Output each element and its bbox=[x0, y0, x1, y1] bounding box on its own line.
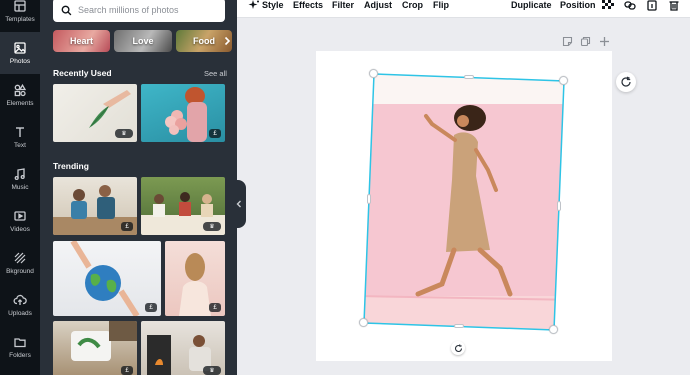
resize-handle-bottom[interactable] bbox=[454, 324, 464, 328]
resize-handle-top-left[interactable] bbox=[369, 69, 378, 78]
resize-handle-right[interactable] bbox=[557, 201, 561, 211]
selected-photo[interactable] bbox=[0, 0, 690, 375]
rotate-handle[interactable] bbox=[451, 341, 465, 355]
resize-handle-bottom-left[interactable] bbox=[359, 318, 368, 327]
resize-handle-top[interactable] bbox=[464, 75, 474, 79]
resize-handle-top-right[interactable] bbox=[559, 76, 568, 85]
resize-handle-bottom-right[interactable] bbox=[549, 325, 558, 334]
rotate-icon bbox=[454, 343, 462, 352]
resize-handle-left[interactable] bbox=[367, 194, 371, 204]
